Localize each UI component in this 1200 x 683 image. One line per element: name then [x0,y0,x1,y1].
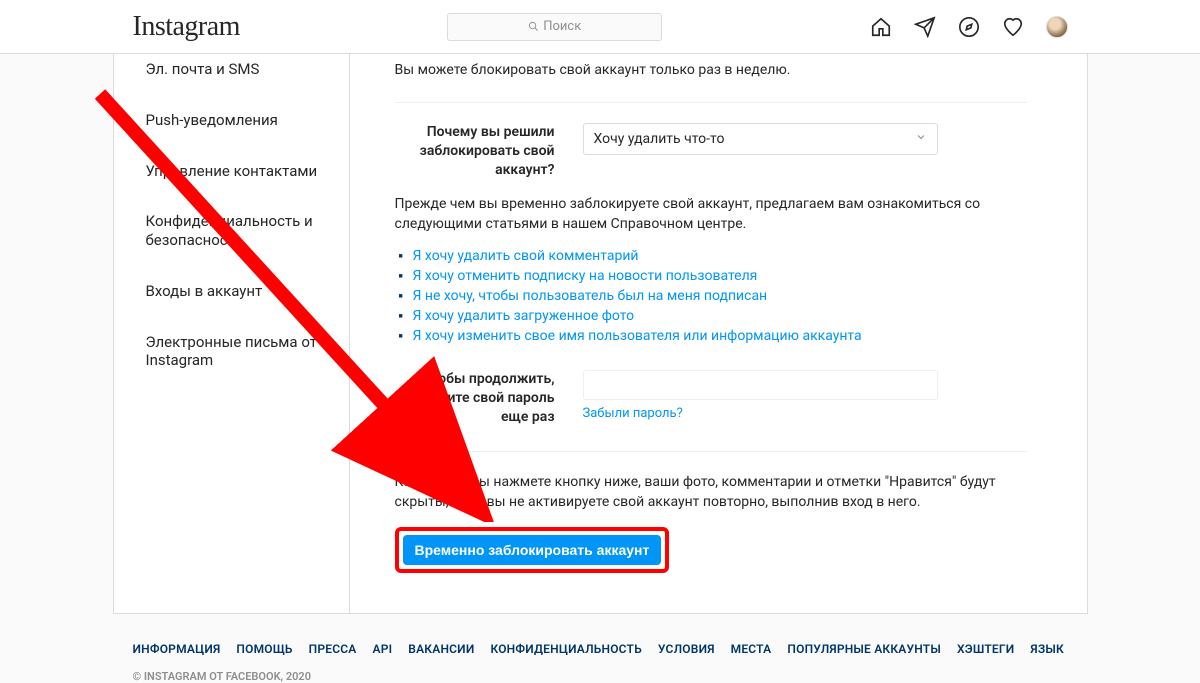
footer-link-top-accounts[interactable]: Популярные аккаунты [787,642,941,656]
direct-icon[interactable] [914,16,936,38]
search-icon [528,21,539,32]
sidebar-item-email-sms[interactable]: Эл. почта и SMS [114,54,349,95]
help-link-item: Я не хочу, чтобы пользователь был на мен… [399,288,1027,304]
footer-link-privacy[interactable]: Конфиденциальность [490,642,641,656]
help-intro: Прежде чем вы временно заблокируете свой… [395,194,1027,235]
help-link-remove-follower[interactable]: Я не хочу, чтобы пользователь был на мен… [413,288,768,304]
settings-card: Эл. почта и SMS Push-уведомления Управле… [113,54,1088,614]
temporarily-disable-button[interactable]: Временно заблокировать аккаунт [403,535,662,565]
activity-icon[interactable] [1002,16,1024,38]
top-nav: Instagram Поиск [0,0,1200,54]
footer-link-hashtags[interactable]: Хэштеги [957,642,1014,656]
search-input[interactable]: Поиск [447,13,662,41]
footer-link-press[interactable]: Пресса [309,642,357,656]
footer-links: Информация Помощь Пресса API Вакансии Ко… [133,642,1068,656]
help-link-unfollow[interactable]: Я хочу отменить подписку на новости поль… [413,268,758,284]
help-link-item: Я хочу изменить свое имя пользователя ил… [399,328,1027,344]
sidebar-item-push[interactable]: Push-уведомления [114,95,349,146]
chevron-down-icon [915,131,927,147]
sidebar-item-login-activity[interactable]: Входы в аккаунт [114,266,349,317]
help-links-list: Я хочу удалить свой комментарий Я хочу о… [399,248,1027,344]
help-link-item: Я хочу удалить свой комментарий [399,248,1027,264]
search-placeholder: Поиск [543,19,581,34]
reason-label: Почему вы решили заблокировать свой акка… [395,123,555,180]
page: Эл. почта и SMS Push-уведомления Управле… [113,54,1088,614]
help-link-item: Я хочу отменить подписку на новости поль… [399,268,1027,284]
reason-field: Хочу удалить что-то [583,123,1027,155]
weekly-limit-notice: Вы можете блокировать свой аккаунт тольк… [395,62,1027,78]
top-nav-inner: Instagram Поиск [113,11,1088,43]
reason-selected-value: Хочу удалить что-то [594,131,725,147]
sidebar-item-contacts[interactable]: Управление контактами [114,146,349,197]
instagram-logo[interactable]: Instagram [133,11,240,43]
explore-icon[interactable] [958,16,980,38]
footer-link-help[interactable]: Помощь [236,642,292,656]
divider [395,102,1027,103]
content-panel: Вы можете блокировать свой аккаунт тольк… [350,54,1087,613]
footer: Информация Помощь Пресса API Вакансии Ко… [113,642,1088,683]
reason-row: Почему вы решили заблокировать свой акка… [395,123,1027,180]
sidebar-item-emails-from-ig[interactable]: Электронные письма от Instagram [114,317,349,387]
password-input[interactable] [583,370,938,400]
help-link-delete-comment[interactable]: Я хочу удалить свой комментарий [413,248,639,264]
sidebar-item-privacy[interactable]: Конфиденциальность и безопасность [114,196,349,266]
help-link-item: Я хочу удалить загруженное фото [399,308,1027,324]
help-link-delete-photo[interactable]: Я хочу удалить загруженное фото [413,308,635,324]
annotation-highlight: Временно заблокировать аккаунт [395,527,670,573]
password-label: Чтобы продолжить, введите свой пароль ещ… [395,370,555,427]
reason-select[interactable]: Хочу удалить что-то [583,123,938,155]
password-row: Чтобы продолжить, введите свой пароль ещ… [395,370,1027,427]
nav-icons [870,16,1068,38]
password-field-wrap: Забыли пароль? [583,370,1027,421]
footer-link-about[interactable]: Информация [133,642,221,656]
footer-link-language[interactable]: Язык [1030,642,1064,656]
settings-sidebar: Эл. почта и SMS Push-уведомления Управле… [114,54,350,613]
forgot-password-link[interactable]: Забыли пароль? [583,406,683,421]
help-link-change-username[interactable]: Я хочу изменить свое имя пользователя ил… [413,328,862,344]
avatar[interactable] [1046,16,1068,38]
home-icon[interactable] [870,16,892,38]
footer-copyright: © Instagram от Facebook, 2020 [133,670,1068,683]
footer-link-locations[interactable]: Места [731,642,772,656]
final-notice: Как только вы нажмете кнопку ниже, ваши … [395,472,1027,513]
footer-link-api[interactable]: API [373,642,393,656]
footer-link-jobs[interactable]: Вакансии [408,642,474,656]
divider [395,451,1027,452]
footer-link-terms[interactable]: Условия [658,642,715,656]
